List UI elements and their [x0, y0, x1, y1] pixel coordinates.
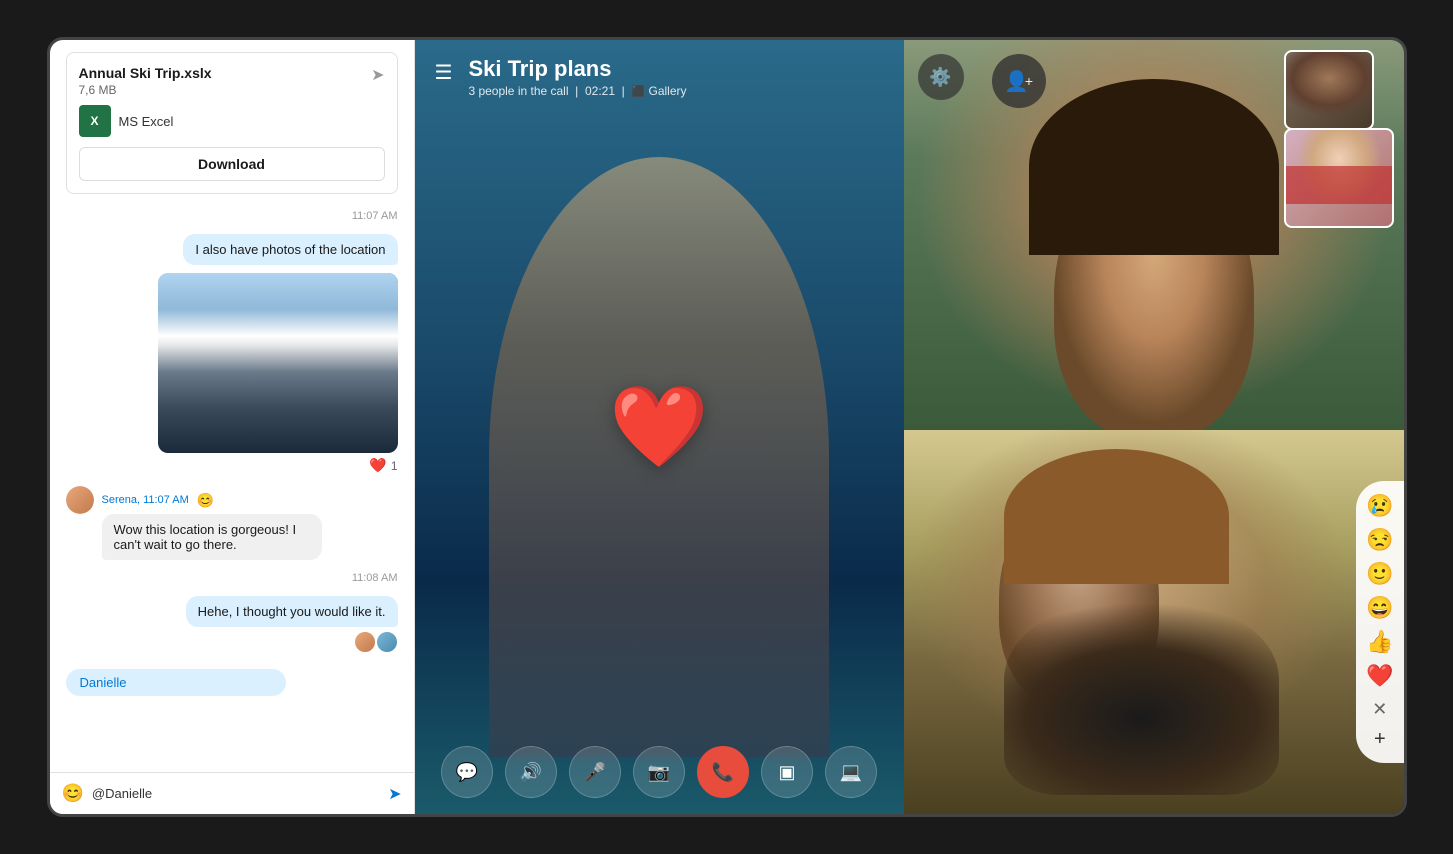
participant-top-icons: ⚙️ 👤 + [918, 54, 1046, 108]
sender-name: Serena, 11:07 AM [102, 494, 189, 506]
hamburger-icon[interactable]: ☰ [435, 60, 453, 85]
serena-avatar [66, 486, 94, 514]
thumbnail-group [1284, 50, 1394, 228]
end-call-button[interactable]: 📞 [697, 746, 749, 798]
file-type-label: MS Excel [119, 114, 174, 129]
reaction-grin[interactable]: 😄 [1366, 595, 1393, 621]
file-name: Annual Ski Trip.xslx [79, 65, 212, 81]
call-info: Ski Trip plans 3 people in the call | 02… [468, 56, 686, 98]
thumbnail-1 [1284, 50, 1374, 130]
reaction-add-button[interactable]: + [1366, 728, 1393, 751]
chat-panel: Annual Ski Trip.xslx 7,6 MB ➤ X MS Excel… [50, 40, 415, 814]
message-row-2: Hehe, I thought you would like it. [66, 596, 398, 653]
reaction-crying[interactable]: 😢 [1366, 493, 1393, 519]
gallery-icon: ⬛ [631, 86, 645, 98]
reaction-heart-emoji[interactable]: ❤️ [1366, 663, 1393, 689]
avatar-mini-1 [354, 631, 376, 653]
mic-control-button[interactable]: 🎤 [569, 746, 621, 798]
message-row: I also have photos of the location [66, 234, 398, 265]
heart-reaction-overlay: ❤️ [609, 380, 709, 474]
reaction-unamused[interactable]: 😒 [1366, 527, 1393, 553]
thumbnail-2 [1284, 128, 1394, 228]
tag-suggestion[interactable]: Danielle [66, 669, 286, 696]
video-controls: 💬 🔊 🎤 📷 📞 ▣ 💻 [415, 730, 904, 814]
participants-panel: ⚙️ 👤 + [904, 40, 1404, 814]
send-button[interactable]: ➤ [388, 784, 401, 804]
timestamp-1108: 11:08 AM [66, 572, 398, 584]
chat-bubble-left: Wow this location is gorgeous! I can't w… [102, 514, 322, 560]
heart-reaction[interactable]: ❤️ [369, 457, 386, 474]
serena-message-row: Serena, 11:07 AM 😊 Wow this location is … [66, 482, 398, 560]
people-count: 3 people in the call [468, 84, 568, 98]
chat-input-area: 😊 ➤ [50, 772, 414, 814]
gallery-label: Gallery [649, 84, 687, 98]
photo-message-row: ❤️ 1 [66, 273, 398, 474]
photo-message [158, 273, 398, 453]
chat-bubble-right: I also have photos of the location [183, 234, 397, 265]
call-duration: 02:21 [585, 84, 615, 98]
reaction-thumbsup[interactable]: 👍 [1366, 629, 1393, 655]
chat-bubble-right-2: Hehe, I thought you would like it. [186, 596, 398, 627]
speaker-control-button[interactable]: 🔊 [505, 746, 557, 798]
avatar-mini-2 [376, 631, 398, 653]
video-control-button[interactable]: 📷 [633, 746, 685, 798]
timestamp-1107: 11:07 AM [66, 210, 398, 222]
screen-control-button[interactable]: 💻 [825, 746, 877, 798]
add-person-button[interactable]: 👤 + [992, 54, 1046, 108]
participant-face-bottom [904, 430, 1404, 814]
participant-bottom: 😢 😒 🙂 😄 👍 ❤️ ✕ + [904, 430, 1404, 814]
file-size: 7,6 MB [79, 83, 212, 97]
download-button[interactable]: Download [79, 147, 385, 181]
share-control-button[interactable]: ▣ [761, 746, 813, 798]
video-top-bar: ☰ Ski Trip plans 3 people in the call | … [415, 40, 904, 114]
emoji-input-icon[interactable]: 😊 [62, 783, 84, 804]
chat-control-button[interactable]: 💬 [441, 746, 493, 798]
video-call-area: ❤️ ☰ Ski Trip plans 3 people in the call… [415, 40, 904, 814]
forward-icon[interactable]: ➤ [371, 65, 384, 85]
settings-icon[interactable]: ⚙️ [918, 54, 964, 100]
file-attachment: Annual Ski Trip.xslx 7,6 MB ➤ X MS Excel… [66, 52, 398, 194]
reaction-count: 1 [391, 459, 398, 473]
call-meta: 3 people in the call | 02:21 | ⬛ Gallery [468, 84, 686, 98]
reaction-close-button[interactable]: ✕ [1366, 699, 1393, 720]
excel-icon: X [79, 105, 111, 137]
reaction-smile[interactable]: 🙂 [1366, 561, 1393, 587]
chat-input[interactable] [92, 786, 380, 801]
participant-top: ⚙️ 👤 + [904, 40, 1404, 430]
mountain-photo [158, 273, 398, 453]
chat-messages: Annual Ski Trip.xslx 7,6 MB ➤ X MS Excel… [50, 40, 414, 772]
emoji-reaction-btn[interactable]: 😊 [197, 492, 214, 509]
emoji-reaction-panel: 😢 😒 🙂 😄 👍 ❤️ ✕ + [1356, 481, 1403, 763]
call-title: Ski Trip plans [468, 56, 686, 82]
